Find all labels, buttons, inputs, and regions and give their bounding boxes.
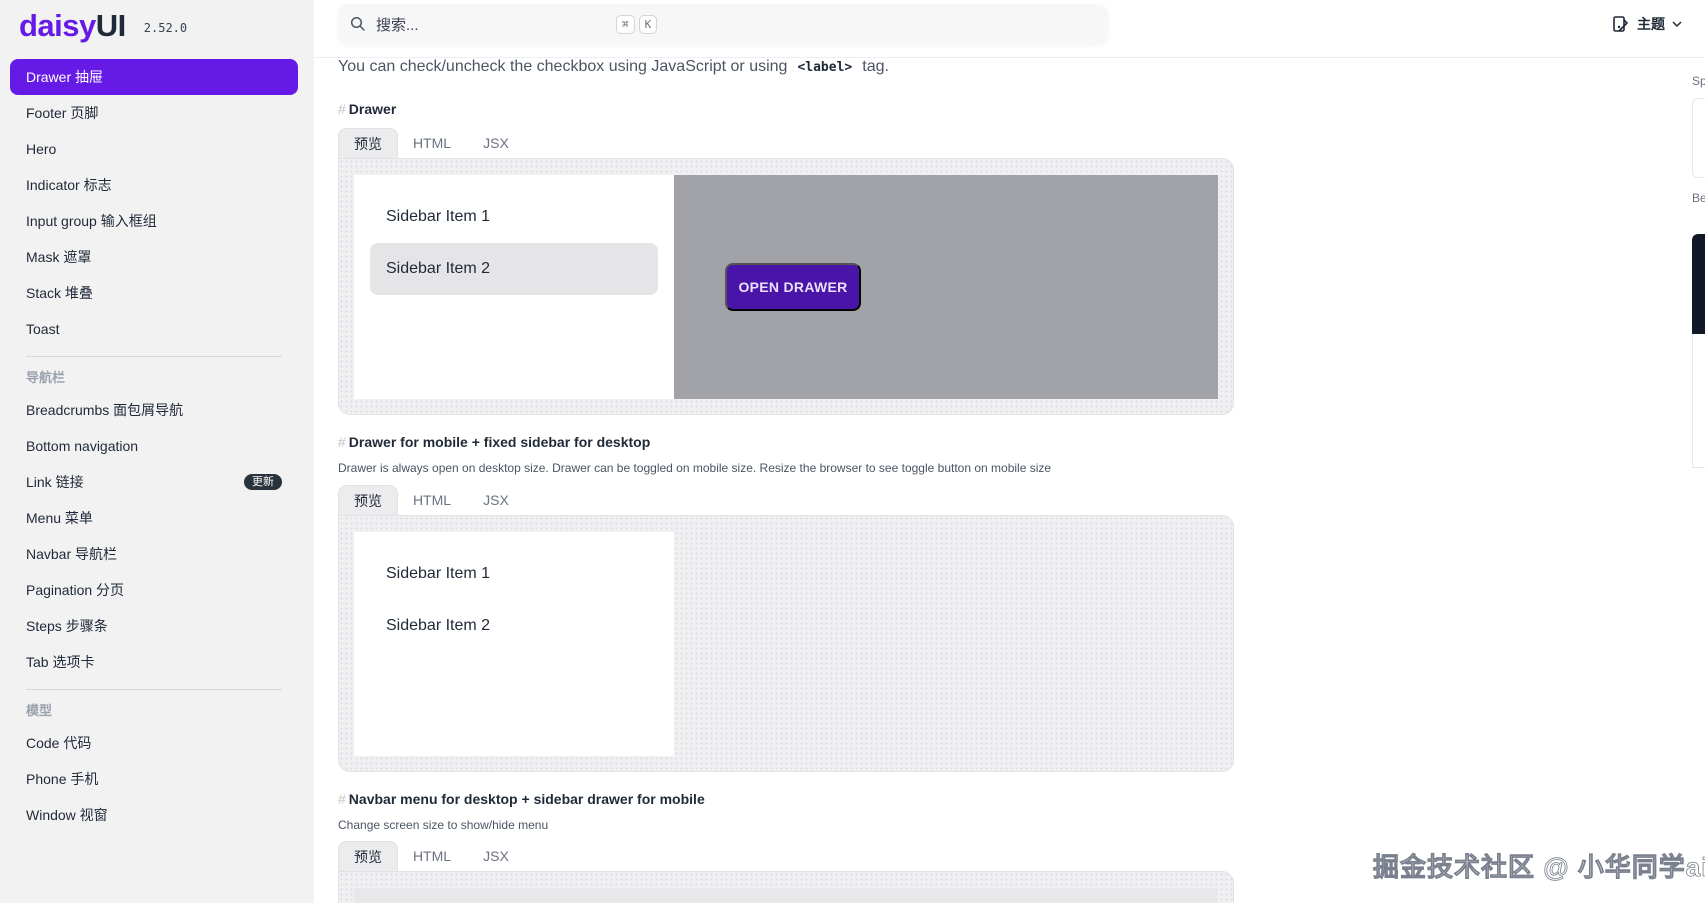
tab-html[interactable]: HTML bbox=[402, 485, 462, 515]
theme-icon bbox=[1613, 16, 1628, 32]
sidebar-item-footer[interactable]: Footer 页脚 bbox=[10, 95, 298, 131]
sidebar-item-stack[interactable]: Stack 堆叠 bbox=[10, 275, 298, 311]
drawer-overlay[interactable]: OPEN DRAWER bbox=[674, 175, 1218, 399]
section-title-navbar-drawer: # Navbar menu for desktop + sidebar drawe… bbox=[338, 791, 705, 807]
right-panel-text: Sp bbox=[1692, 74, 1705, 88]
section-description: Change screen size to show/hide menu bbox=[338, 818, 549, 832]
shortcut-k-key: K bbox=[638, 14, 658, 34]
sidebar-item-navbar[interactable]: Navbar 导航栏 bbox=[10, 536, 298, 572]
sidebar-demo-item[interactable]: Sidebar Item 2 bbox=[370, 243, 658, 295]
sidebar-item-bottom-navigation[interactable]: Bottom navigation bbox=[10, 428, 298, 464]
drawer-demo: Sidebar Item 1 Sidebar Item 2 bbox=[354, 532, 1218, 756]
tab-jsx[interactable]: JSX bbox=[466, 128, 526, 158]
sidebar-divider bbox=[26, 689, 282, 690]
sidebar-item-breadcrumbs[interactable]: Breadcrumbs 面包屑导航 bbox=[10, 392, 298, 428]
search-box[interactable]: 搜索... ⌘ K bbox=[338, 4, 1108, 44]
sidebar-item-code[interactable]: Code 代码 bbox=[10, 725, 298, 761]
right-panel-text: Be bbox=[1692, 191, 1705, 205]
sidebar-item-label: Link 链接 bbox=[26, 474, 84, 490]
ad-body[interactable] bbox=[1692, 334, 1705, 468]
sidebar-heading-mockup: 模型 bbox=[26, 703, 53, 718]
sidebar-item-hero[interactable]: Hero bbox=[10, 131, 298, 167]
drawer-sidebar: Sidebar Item 1 Sidebar Item 2 bbox=[354, 175, 674, 399]
sidebar-demo-item[interactable]: Sidebar Item 2 bbox=[370, 600, 658, 652]
intro-text: You can check/uncheck the checkbox using… bbox=[338, 58, 889, 75]
code-tabs: 预览 HTML JSX bbox=[338, 485, 530, 515]
top-bar: 搜索... ⌘ K 主题 bbox=[314, 0, 1705, 58]
sidebar-divider bbox=[26, 356, 282, 357]
drawer-sidebar: Sidebar Item 1 Sidebar Item 2 bbox=[354, 532, 674, 756]
ad-image[interactable] bbox=[1692, 234, 1705, 334]
tab-preview[interactable]: 预览 bbox=[338, 128, 398, 158]
sidebar-item-mask[interactable]: Mask 遮罩 bbox=[10, 239, 298, 275]
drawer-demo: Sidebar Item 1 Sidebar Item 2 OPEN DRAWE… bbox=[354, 175, 1218, 399]
sidebar-item-toast[interactable]: Toast bbox=[10, 311, 298, 347]
daisyui-logo[interactable]: daisyUI bbox=[19, 8, 126, 44]
tab-html[interactable]: HTML bbox=[402, 128, 462, 158]
theme-dropdown[interactable]: 主题 bbox=[1611, 14, 1683, 34]
sidebar-heading-navigation: 导航栏 bbox=[26, 370, 66, 385]
tab-preview[interactable]: 预览 bbox=[338, 841, 398, 871]
sidebar-item-drawer[interactable]: Drawer 抽屉 bbox=[10, 59, 298, 95]
sidebar-item-steps[interactable]: Steps 步骤条 bbox=[10, 608, 298, 644]
version-label[interactable]: 2.52.0 bbox=[144, 21, 187, 35]
navbar-demo bbox=[354, 888, 1218, 903]
anchor-hash[interactable]: # bbox=[338, 101, 346, 117]
sidebar-item-phone[interactable]: Phone 手机 bbox=[10, 761, 298, 797]
preview-panel: Sidebar Item 1 Sidebar Item 2 OPEN DRAWE… bbox=[338, 158, 1234, 415]
watermark: 掘金技术社区 @ 小华同学ai bbox=[1373, 852, 1705, 883]
sponsor-card[interactable] bbox=[1692, 98, 1705, 178]
sidebar-item-window[interactable]: Window 视窗 bbox=[10, 797, 298, 833]
theme-label: 主题 bbox=[1637, 16, 1665, 32]
search-input[interactable]: 搜索... bbox=[376, 14, 616, 35]
brand: daisyUI 2.52.0 bbox=[19, 6, 187, 46]
chevron-down-icon bbox=[1672, 21, 1682, 28]
preview-panel bbox=[338, 871, 1234, 903]
drawer-content-area bbox=[674, 532, 1218, 756]
update-badge: 更新 bbox=[244, 474, 282, 490]
anchor-hash[interactable]: # bbox=[338, 434, 346, 450]
sidebar-item-input-group[interactable]: Input group 输入框组 bbox=[10, 203, 298, 239]
sidebar-item-indicator[interactable]: Indicator 标志 bbox=[10, 167, 298, 203]
sidebar-item-pagination[interactable]: Pagination 分页 bbox=[10, 572, 298, 608]
open-drawer-button[interactable]: OPEN DRAWER bbox=[725, 263, 861, 311]
code-tabs: 预览 HTML JSX bbox=[338, 128, 530, 158]
sidebar-item-menu[interactable]: Menu 菜单 bbox=[10, 500, 298, 536]
sidebar-demo-item[interactable]: Sidebar Item 1 bbox=[370, 548, 658, 600]
sidebar-nav: Drawer 抽屉 Footer 页脚 Hero Indicator 标志 In… bbox=[10, 59, 298, 833]
tab-jsx[interactable]: JSX bbox=[466, 485, 526, 515]
search-icon bbox=[350, 16, 365, 31]
sidebar-item-tab[interactable]: Tab 选项卡 bbox=[10, 644, 298, 680]
preview-panel: Sidebar Item 1 Sidebar Item 2 bbox=[338, 515, 1234, 772]
section-description: Drawer is always open on desktop size. D… bbox=[338, 461, 1052, 475]
section-title-drawer: # Drawer bbox=[338, 101, 397, 117]
sidebar-item-link[interactable]: Link 链接 更新 bbox=[10, 464, 298, 500]
sidebar: daisyUI 2.52.0 Drawer 抽屉 Footer 页脚 Hero … bbox=[0, 0, 314, 903]
section-title-drawer-mobile: # Drawer for mobile + fixed sidebar for d… bbox=[338, 434, 651, 450]
code-tabs: 预览 HTML JSX bbox=[338, 841, 530, 871]
tab-preview[interactable]: 预览 bbox=[338, 485, 398, 515]
inline-code: <label> bbox=[797, 60, 853, 75]
shortcut-cmd-key: ⌘ bbox=[616, 14, 635, 34]
sidebar-demo-item[interactable]: Sidebar Item 1 bbox=[370, 191, 658, 243]
anchor-hash[interactable]: # bbox=[338, 791, 346, 807]
tab-html[interactable]: HTML bbox=[402, 841, 462, 871]
tab-jsx[interactable]: JSX bbox=[466, 841, 526, 871]
right-sidebar-clipped: Sp Be bbox=[1692, 58, 1705, 468]
